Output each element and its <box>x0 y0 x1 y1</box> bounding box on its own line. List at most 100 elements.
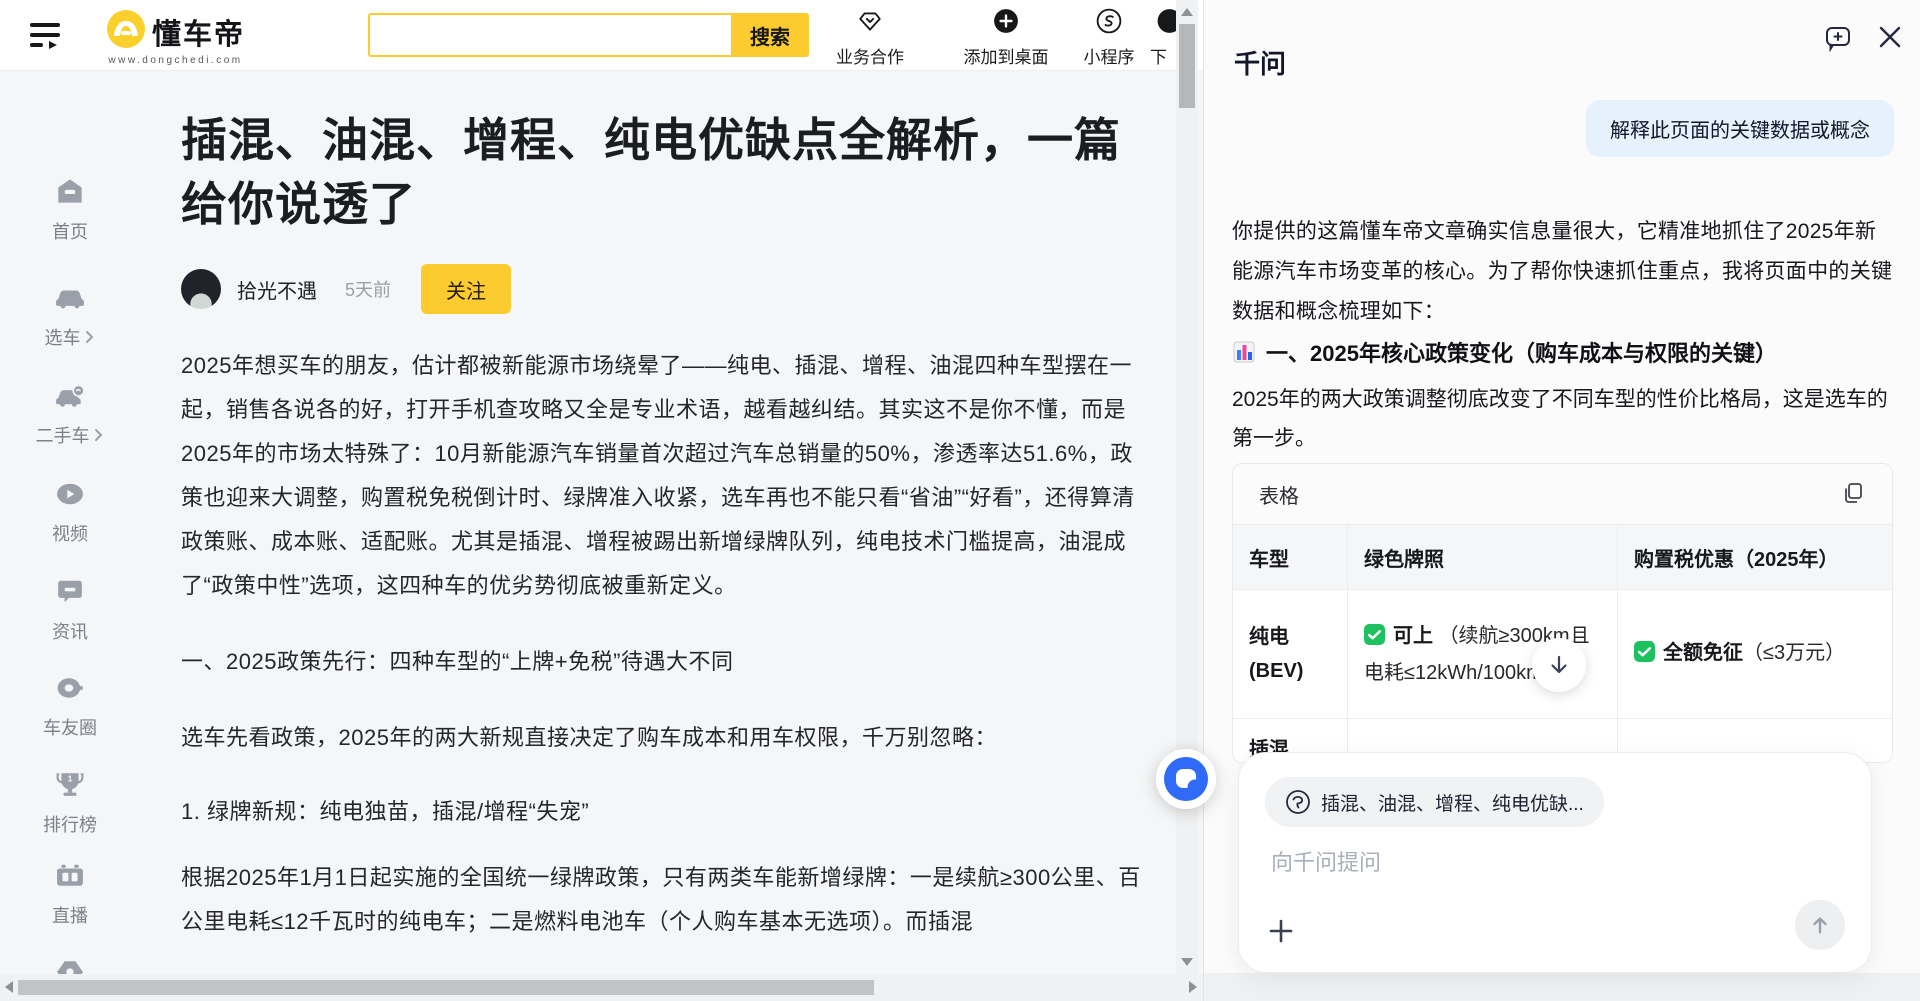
sidebar-item-select-car[interactable]: 选车 <box>0 286 140 350</box>
section-heading-row: 一、2025年核心政策变化（购车成本与权限的关键） <box>1232 336 1777 368</box>
horizontal-scrollbar-thumb[interactable] <box>18 980 874 995</box>
vertical-scrollbar-thumb[interactable] <box>1179 24 1195 108</box>
trophy-icon: 1 <box>56 771 84 802</box>
car-icon <box>55 286 85 315</box>
search-box: 搜索 <box>368 13 809 57</box>
dongchedi-logo[interactable]: 懂车帝 www.dongchedi.com <box>106 9 245 66</box>
follow-button[interactable]: 关注 <box>421 264 512 314</box>
vehicle-type: 纯电 (BEV) <box>1249 626 1304 682</box>
search-input[interactable] <box>368 13 731 57</box>
context-chip[interactable]: 插混、油混、增程、纯电优缺... <box>1265 777 1604 827</box>
miniprogram-icon <box>1096 8 1122 39</box>
add-attachment-icon[interactable] <box>1265 916 1297 948</box>
table-card-header: 表格 <box>1233 464 1892 525</box>
user-message-bubble: 解释此页面的关键数据或概念 <box>1586 100 1894 157</box>
search-button[interactable]: 搜索 <box>731 13 809 57</box>
scroll-up-arrow-icon[interactable] <box>1181 8 1193 16</box>
brand-name: 懂车帝 <box>152 18 246 51</box>
ask-input[interactable] <box>1269 849 1833 877</box>
news-icon <box>56 580 84 609</box>
panel-bottom-strip <box>1204 973 1920 1001</box>
used-car-icon <box>55 384 85 413</box>
column-header: 车型 <box>1249 548 1289 571</box>
dongchedi-page: 懂车帝 www.dongchedi.com 搜索 业务合作 添加到桌面 小程序 … <box>0 0 1203 1001</box>
sidebar-item-community[interactable]: 车友圈 <box>0 676 140 740</box>
plus-circle-icon <box>993 8 1019 39</box>
composer-card: 插混、油混、增程、纯电优缺... <box>1238 752 1872 973</box>
sidebar-item-label: 资讯 <box>52 622 88 642</box>
sidebar-item-video[interactable]: 视频 <box>0 482 140 546</box>
sidebar: 首页 选车 二手车 视频 资讯 车友圈 1 排行榜 直播 <box>0 70 140 983</box>
article-title: 插混、油混、增程、纯电优缺点全解析，一篇给你说透了 <box>181 114 1121 230</box>
scroll-left-arrow-icon[interactable] <box>5 981 13 993</box>
qianwen-panel: 千问 解释此页面的关键数据或概念 你提供的这篇懂车帝文章确实信息量很大，它精准地… <box>1203 0 1920 1001</box>
scroll-to-bottom-button[interactable] <box>1532 638 1586 692</box>
table-card: 表格 车型 绿色牌照 购置税优惠（2025年） 纯电 (BEV) 可上 （续航≥… <box>1232 463 1893 763</box>
sidebar-item-live[interactable]: 直播 <box>0 864 140 928</box>
tax-detail: （≤3万元） <box>1743 641 1846 664</box>
avatar[interactable] <box>181 269 221 309</box>
sidebar-item-home[interactable]: 首页 <box>0 178 140 244</box>
sidebar-item-label: 直播 <box>52 906 88 926</box>
topbar: 懂车帝 www.dongchedi.com 搜索 业务合作 添加到桌面 小程序 … <box>0 0 1203 71</box>
nav-label: 添加到桌面 <box>963 48 1049 67</box>
paragraph: 根据2025年1月1日起实施的全国统一绿牌政策，只有两类车能新增绿牌：一是续航≥… <box>181 865 1141 934</box>
table-label: 表格 <box>1259 485 1299 508</box>
brand-url: www.dongchedi.com <box>108 55 243 66</box>
publish-time: 5天前 <box>345 280 392 300</box>
sidebar-item-label: 选车 <box>44 328 81 348</box>
close-icon[interactable] <box>1876 24 1904 52</box>
nav-business-cooperation[interactable]: 业务合作 <box>820 8 920 68</box>
paragraph: 一、2025政策先行：四种车型的“上牌+免税”待遇大不同 <box>181 649 734 674</box>
assistant-bubble-icon <box>1156 749 1216 809</box>
vertical-scrollbar[interactable] <box>1176 0 1198 974</box>
down-arrow-icon <box>1551 655 1567 674</box>
article-body: 2025年想买车的朋友，估计都被新能源市场绕晕了——纯电、插混、增程、油混四种车… <box>181 344 1153 944</box>
scroll-down-arrow-icon[interactable] <box>1181 958 1193 966</box>
nav-label: 小程序 <box>1083 48 1135 67</box>
table-header-row: 车型 绿色牌照 购置税优惠（2025年） <box>1233 525 1892 590</box>
menu-icon[interactable] <box>30 20 64 50</box>
tax-status: 全额免征 <box>1663 641 1743 664</box>
send-button[interactable] <box>1795 900 1845 950</box>
community-icon <box>56 676 84 705</box>
nav-add-to-desktop[interactable]: 添加到桌面 <box>956 8 1056 68</box>
nav-label: 下 <box>1150 48 1167 67</box>
scroll-right-arrow-icon[interactable] <box>1189 981 1197 993</box>
up-arrow-icon <box>1813 917 1827 934</box>
gem-icon <box>857 8 883 39</box>
sidebar-item-label: 视频 <box>52 524 88 544</box>
column-header: 绿色牌照 <box>1347 525 1618 589</box>
ai-assistant-button[interactable] <box>1155 748 1217 810</box>
horizontal-scrollbar[interactable] <box>0 974 1203 1001</box>
play-icon <box>56 482 84 511</box>
chevron-right-icon <box>85 331 93 343</box>
check-icon <box>1634 639 1655 673</box>
download-icon <box>1150 8 1182 39</box>
paragraph: 2025年想买车的朋友，估计都被新能源市场绕晕了——纯电、插混、增程、油混四种车… <box>181 353 1135 598</box>
panel-title: 千问 <box>1234 48 1287 79</box>
sidebar-item-ranking[interactable]: 1 排行榜 <box>0 771 140 837</box>
sidebar-item-label: 二手车 <box>35 426 90 446</box>
sidebar-item-news[interactable]: 资讯 <box>0 580 140 644</box>
dongchedi-logo-icon <box>106 9 146 54</box>
paragraph: 选车先看政策，2025年的两大新规直接决定了购车成本和用车权限，千万别忽略： <box>181 725 997 750</box>
ai-response-text: 你提供的这篇懂车帝文章确实信息量很大，它精准地抓住了2025年新能源汽车市场变革… <box>1232 220 1893 323</box>
sidebar-item-used-car[interactable]: 二手车 <box>0 384 140 448</box>
author-name[interactable]: 拾光不遇 <box>237 275 317 304</box>
check-icon <box>1364 622 1385 656</box>
article: 插混、油混、增程、纯电优缺点全解析，一篇给你说透了 拾光不遇 5天前 关注 20… <box>181 70 1153 944</box>
sidebar-item-label: 车友圈 <box>43 718 97 738</box>
section-heading: 一、2025年核心政策变化（购车成本与权限的关键） <box>1266 341 1777 366</box>
chevron-right-icon <box>94 429 102 441</box>
copy-icon[interactable] <box>1840 481 1866 507</box>
qianwen-logo-icon <box>1286 790 1310 814</box>
column-header: 购置税优惠（2025年） <box>1634 548 1839 571</box>
bar-chart-emoji-icon <box>1233 341 1255 363</box>
screen: 懂车帝 www.dongchedi.com 搜索 业务合作 添加到桌面 小程序 … <box>0 0 1920 1001</box>
new-chat-icon[interactable] <box>1824 24 1852 53</box>
paragraph: 1. 绿牌新规：纯电独苗，插混/增程“失宠” <box>181 799 590 824</box>
context-chip-label: 插混、油混、增程、纯电优缺... <box>1321 793 1584 815</box>
tv-icon <box>56 864 84 893</box>
home-icon <box>56 178 84 209</box>
